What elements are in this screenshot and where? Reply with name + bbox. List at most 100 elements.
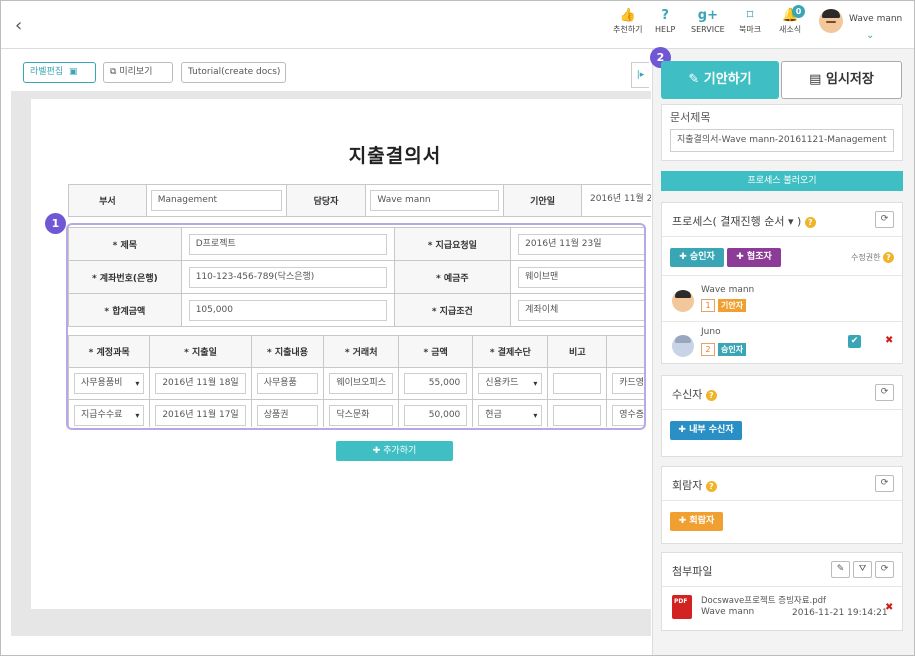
attachment-card: 첨부파일 ✎ ⛛ ⟳ PDF Docswave프로젝트 증빙자료.pdf Wav… xyxy=(661,552,903,631)
help-icon[interactable]: ? xyxy=(705,389,717,401)
pay-terms-field[interactable]: 계좌이체 xyxy=(518,299,646,321)
edit-permission-checkbox[interactable]: ✔ xyxy=(848,335,861,348)
date-cell: 2016년 11월 21 xyxy=(580,184,651,217)
receiver-title: 수신자 ? xyxy=(672,386,717,402)
label-edit-icon: ▣ xyxy=(69,67,78,77)
panel-toggle-button[interactable]: |▸ xyxy=(631,62,649,88)
manager-field[interactable]: Wave mann xyxy=(370,190,500,211)
add-approver-button[interactable]: ✚ 승인자 xyxy=(670,248,724,267)
account-cell: 사무용품비 xyxy=(68,367,151,400)
document-icon: ▤ xyxy=(809,72,822,87)
edit-permission-label: 수정권한 xyxy=(851,253,881,262)
save-draft-label: 임시저장 xyxy=(825,72,874,87)
save-draft-button[interactable]: ▤ 임시저장 xyxy=(781,61,902,99)
terms-label: * 지급조건 xyxy=(393,293,512,327)
user-menu[interactable]: Wave mann ⌄ xyxy=(819,9,911,45)
chevron-down-icon: ⌄ xyxy=(866,30,875,41)
proof-field[interactable]: 카드영수증 xyxy=(612,373,646,394)
amount-cell: 50,000 xyxy=(397,399,474,427)
process-refresh-button[interactable]: ⟳ xyxy=(875,211,894,228)
service-button[interactable]: g+ SERVICE xyxy=(691,8,725,35)
account-select[interactable]: 지급수수료 xyxy=(74,405,145,426)
col-proof: 증빙 xyxy=(606,335,646,368)
recommend-button[interactable]: 👍 추천하기 xyxy=(613,8,642,35)
approver-name: Wave mann xyxy=(701,285,755,295)
divider xyxy=(662,236,902,237)
help-icon[interactable]: ? xyxy=(705,480,717,492)
remove-approver-icon[interactable]: ✖ xyxy=(885,335,893,346)
draft-button[interactable]: ✎ 기안하기 xyxy=(661,61,779,99)
method-cell: 현금 xyxy=(472,399,549,427)
expense-table-wrap: * 계정과목 * 지출일 * 지출내용 * 거래처 * 금액 * 결제수단 비고… xyxy=(68,335,646,427)
remove-attachment-icon[interactable]: ✖ xyxy=(885,602,893,613)
tutorial-button[interactable]: Tutorial(create docs) xyxy=(181,62,286,83)
doc-title-input[interactable]: 지출결의서-Wave mann-20161121-Management xyxy=(670,129,894,152)
account-number-field[interactable]: 110-123-456-789(닥스은행) xyxy=(188,266,387,288)
account-cell: 110-123-456-789(닥스은행) xyxy=(180,260,395,294)
expense-desc-field[interactable]: 상품권 xyxy=(256,405,319,426)
attachment-name[interactable]: Docswave프로젝트 증빙자료.pdf xyxy=(701,594,826,606)
subject-field[interactable]: D프로젝트 xyxy=(188,233,387,255)
add-cooperator-button[interactable]: ✚ 협조자 xyxy=(727,248,781,267)
pay-date-cell: 2016년 11월 23일 xyxy=(510,227,646,261)
draft-date-field[interactable]: 2016년 11월 21 xyxy=(585,190,651,211)
info-table-wrap: * 제목 D프로젝트 * 지급요청일 2016년 11월 23일 * 계좌번호(… xyxy=(68,227,646,328)
pdf-icon-label: PDF xyxy=(674,598,688,605)
label-edit-button[interactable]: 라벨편집 ▣ xyxy=(23,62,96,83)
method-select[interactable]: 신용카드 xyxy=(478,373,543,394)
role-badge: 기안자 xyxy=(718,299,747,312)
help-icon[interactable]: ? xyxy=(804,216,816,228)
amount-field[interactable]: 55,000 xyxy=(404,373,468,394)
draft-label: 기안하기 xyxy=(703,72,752,87)
vendor-cell: 웨이브오피스 xyxy=(323,367,399,400)
amount-field[interactable]: 50,000 xyxy=(404,405,468,426)
table-row: 지급수수료 2016년 11월 17일 상품권 닥스문화 50,000 현금 영… xyxy=(68,399,646,427)
help-icon[interactable]: ? xyxy=(883,252,894,263)
vendor-field[interactable]: 닥스문화 xyxy=(329,405,393,426)
approver-name: Juno xyxy=(701,327,721,337)
label-edit-label: 라벨편집 xyxy=(30,67,64,77)
add-row-button[interactable]: ✚ 추가하기 xyxy=(336,441,453,461)
import-process-button[interactable]: 프로세스 불러오기 xyxy=(661,171,903,191)
doc-title-label: 문서제목 xyxy=(670,111,711,124)
bookmark-button[interactable]: ⌑ 북마크 xyxy=(739,8,761,35)
proof-cell: 영수증 xyxy=(606,399,646,427)
desc-cell: 사무용품 xyxy=(250,367,325,400)
avatar xyxy=(672,335,694,357)
thumbs-up-icon: 👍 xyxy=(619,8,636,23)
subject-cell: D프로젝트 xyxy=(180,227,395,261)
method-select[interactable]: 현금 xyxy=(478,405,543,426)
total-cell: 105,000 xyxy=(180,293,395,327)
receiver-title-text: 수신자 xyxy=(672,388,703,401)
method-cell: 신용카드 xyxy=(472,367,549,400)
viewer-refresh-button[interactable]: ⟳ xyxy=(875,475,894,492)
preview-button[interactable]: ⧉ 미리보기 xyxy=(103,62,173,83)
service-label: SERVICE xyxy=(691,25,725,34)
dept-field[interactable]: Management xyxy=(150,190,282,211)
expense-date-field[interactable]: 2016년 11월 17일 xyxy=(155,405,246,426)
note-field[interactable] xyxy=(553,405,602,426)
add-internal-receiver-button[interactable]: ✚ 내부 수신자 xyxy=(670,421,742,440)
expense-date-field[interactable]: 2016년 11월 18일 xyxy=(155,373,246,394)
manager-label: 담당자 xyxy=(285,184,367,217)
receiver-refresh-button[interactable]: ⟳ xyxy=(875,384,894,401)
proof-field[interactable]: 영수증 xyxy=(612,405,646,426)
amount-cell: 55,000 xyxy=(397,367,474,400)
back-button[interactable]: ‹ xyxy=(15,15,22,36)
add-viewer-button[interactable]: ✚ 회람자 xyxy=(670,512,723,531)
attachment-refresh-button[interactable]: ⟳ xyxy=(875,561,894,578)
attach-file-button[interactable]: ✎ xyxy=(831,561,850,578)
vendor-field[interactable]: 웨이브오피스 xyxy=(329,373,393,394)
account-holder-field[interactable]: 웨이브맨 xyxy=(518,266,646,288)
help-button[interactable]: ? HELP xyxy=(655,8,675,35)
account-select[interactable]: 사무용품비 xyxy=(74,373,145,394)
date-label: 기안일 xyxy=(503,184,582,217)
pay-date-field[interactable]: 2016년 11월 23일 xyxy=(518,233,646,255)
subject-label: * 제목 xyxy=(68,227,182,261)
header-table-wrap: 부서 Management 담당자 Wave mann 기안일 2016년 11… xyxy=(68,184,651,218)
bookmark-label: 북마크 xyxy=(739,25,762,34)
total-amount-field[interactable]: 105,000 xyxy=(188,299,387,321)
note-field[interactable] xyxy=(553,373,602,394)
expense-desc-field[interactable]: 사무용품 xyxy=(256,373,319,394)
cloud-drive-button[interactable]: ⛛ xyxy=(853,561,872,578)
